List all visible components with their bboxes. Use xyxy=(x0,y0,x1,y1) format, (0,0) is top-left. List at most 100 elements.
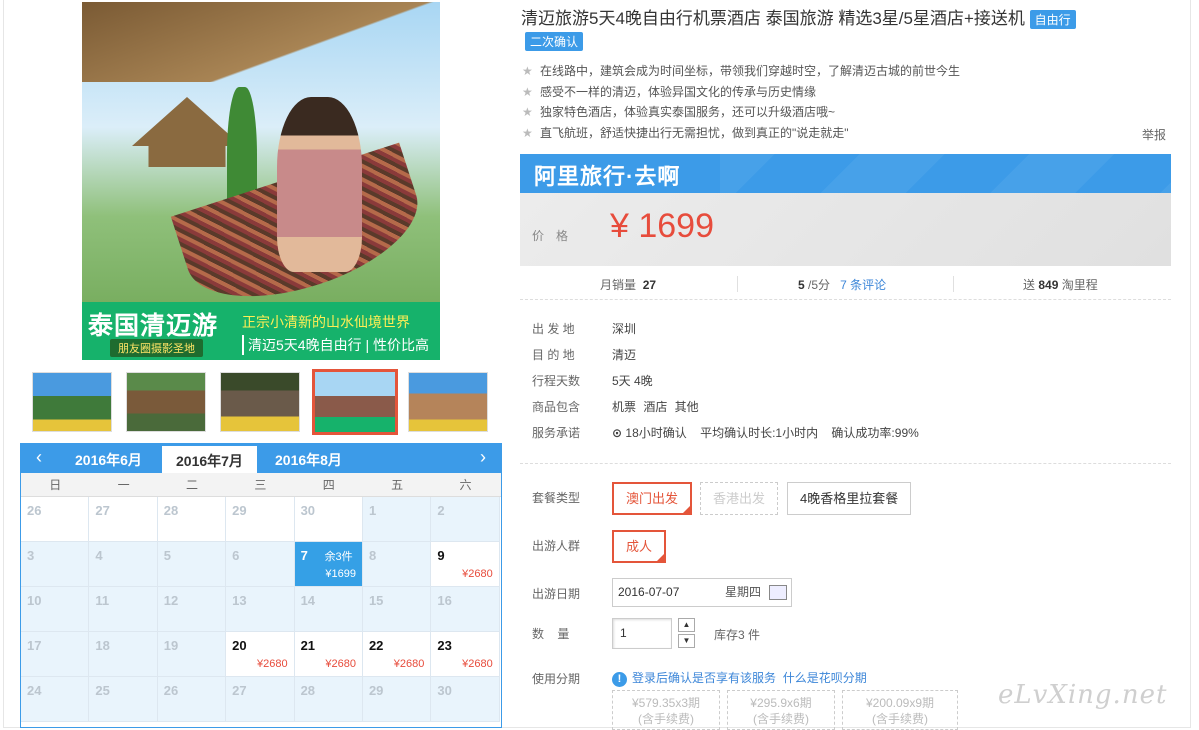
installment-login-link[interactable]: 登录后确认是否享有该服务 xyxy=(632,671,776,685)
travel-date-value: 2016-07-07 xyxy=(618,585,680,599)
day-cell-selected[interactable]: 7 余3件 ¥1699 xyxy=(294,542,363,587)
price-label: 价格 xyxy=(532,229,581,243)
calendar-header: ‹ 2016年6月 2016年7月 2016年8月 › xyxy=(21,444,501,473)
thumbnail-4-selected[interactable] xyxy=(312,369,398,435)
rating-score: 5 xyxy=(798,278,805,292)
day-number: 10 xyxy=(27,593,42,608)
watermark: eLvXing.net xyxy=(998,680,1168,710)
installment-option-6[interactable]: ¥295.9x6期 (含手续费) xyxy=(727,690,835,730)
day-price: ¥2680 xyxy=(462,568,493,580)
day-cell-available[interactable]: 20 ¥2680 xyxy=(226,632,295,677)
rating-unit: /5分 xyxy=(808,278,831,292)
travel-date-field[interactable]: 2016-07-07 星期四 xyxy=(612,578,792,607)
star-icon: ★ xyxy=(522,84,533,99)
day-number: 27 xyxy=(232,683,247,698)
info-key: 商品包含 xyxy=(532,400,581,414)
star-icon: ★ xyxy=(522,105,533,119)
thumbnail-5[interactable] xyxy=(408,372,488,432)
day-number: 11 xyxy=(95,593,110,608)
day-cell-available[interactable]: 22 ¥2680 xyxy=(362,632,432,677)
feature-text: 独家特色酒店，体验真实泰国服务，还可以升级酒店哦~ xyxy=(540,105,836,119)
day-cell: 4 xyxy=(89,542,158,587)
stock-text: 库存3 件 xyxy=(714,628,761,642)
weekday-sun: 日 xyxy=(49,478,62,492)
banner-line2: 清迈5天4晚自由行 | 性价比高 xyxy=(242,335,429,355)
product-title-text: 清迈旅游5天4晚自由行机票酒店 泰国旅游 精选3星/5星酒店+接送机 xyxy=(521,9,1025,28)
month-tab-august[interactable]: 2016年8月 xyxy=(275,450,342,470)
day-cell-available[interactable]: 21 ¥2680 xyxy=(294,632,363,677)
divider xyxy=(953,276,954,292)
day-cell: 19 xyxy=(157,632,227,677)
gallery-column: 泰国清迈游 朋友圈摄影圣地 正宗小清新的山水仙境世界 清迈5天4晚自由行 | 性… xyxy=(20,0,502,728)
next-month-chevron-icon[interactable]: › xyxy=(471,447,495,468)
day-price: ¥2680 xyxy=(393,658,425,670)
miles-unit: 淘里程 xyxy=(1061,278,1098,292)
thumbnail-3[interactable] xyxy=(220,372,300,432)
image-banner: 泰国清迈游 朋友圈摄影圣地 正宗小清新的山水仙境世界 清迈5天4晚自由行 | 性… xyxy=(82,302,440,360)
feature-text: 直飞航班，舒适快捷出行无需担忧，做到真正的"说走就走" xyxy=(540,125,849,140)
people-option-adult[interactable]: 成人 xyxy=(612,530,667,563)
miles: 送 849 淘里程 xyxy=(1023,276,1098,293)
installment-option-3[interactable]: ¥579.35x3期 (含手续费) xyxy=(612,690,720,730)
thumbnail-1[interactable] xyxy=(32,372,112,432)
day-cell: 25 xyxy=(89,677,158,722)
day-number: 16 xyxy=(437,593,452,608)
day-cell: 11 xyxy=(89,587,158,632)
package-option-hongkong[interactable]: 香港出发 xyxy=(700,482,779,515)
day-cell-available[interactable]: 9 ¥2680 xyxy=(431,542,500,587)
qty-label: 数 量 xyxy=(532,627,570,641)
main-product-image[interactable]: 泰国清迈游 朋友圈摄影圣地 正宗小清新的山水仙境世界 清迈5天4晚自由行 | 性… xyxy=(82,2,440,360)
day-number: 28 xyxy=(300,683,316,698)
price-calendar: ‹ 2016年6月 2016年7月 2016年8月 › 日 一 二 三 四 五 … xyxy=(20,443,502,728)
installment-fee: (含手续费) xyxy=(638,712,694,726)
weekday-mon: 一 xyxy=(117,478,130,492)
section-divider xyxy=(520,463,1171,464)
day-cell-available[interactable]: 23 ¥2680 xyxy=(431,632,500,677)
stats-bar: 月销量 27 5 /5分 7 条评论 送 849 淘里程 xyxy=(520,268,1171,300)
month-tab-june[interactable]: 2016年6月 xyxy=(75,450,142,470)
month-tab-july[interactable]: 2016年7月 xyxy=(162,446,257,473)
installment-amount: ¥295.9x6期 xyxy=(750,696,812,710)
report-link[interactable]: 举报 xyxy=(1142,126,1166,143)
reviews-link[interactable]: 7 条评论 xyxy=(840,278,886,292)
qty-up-chevron-icon[interactable]: ▲ xyxy=(678,618,695,632)
calendar-icon[interactable] xyxy=(769,585,787,600)
product-title: 清迈旅游5天4晚自由行机票酒店 泰国旅游 精选3星/5星酒店+接送机 自由行 xyxy=(521,4,1076,30)
qty-down-chevron-icon[interactable]: ▼ xyxy=(678,634,695,648)
date-label: 出游日期 xyxy=(532,587,581,601)
feature-item: ★ 独家特色酒店，体验真实泰国服务，还可以升级酒店哦~ xyxy=(520,103,960,124)
day-number: 26 xyxy=(163,683,179,698)
confirm-tag: 二次确认 xyxy=(525,32,584,51)
day-cell: 12 xyxy=(157,587,227,632)
day-cell: 1 xyxy=(362,497,432,542)
thumbnail-2[interactable] xyxy=(126,372,206,432)
day-cell: 2 xyxy=(431,497,500,542)
feature-item: ★ 在线路中，建筑会成为时间坐标，带领我们穿越时空，了解清迈古城的前世今生 xyxy=(520,62,960,83)
installment-notice: ! 登录后确认是否享有该服务 什么是花呗分期 xyxy=(612,669,867,687)
day-number: 30 xyxy=(300,503,316,518)
day-number: 21 xyxy=(300,638,316,653)
installment-fee: (含手续费) xyxy=(753,712,809,726)
info-value: 机票 酒店 其他 xyxy=(612,400,699,414)
package-option-macau[interactable]: 澳门出发 xyxy=(612,482,693,515)
quantity-input[interactable]: 1 xyxy=(612,618,672,649)
weekday-fri: 五 xyxy=(391,478,404,492)
info-key: 服务承诺 xyxy=(532,426,581,440)
day-number: 24 xyxy=(27,683,42,698)
day-cell: 16 xyxy=(431,587,500,632)
weekday-sat: 六 xyxy=(459,478,472,492)
day-cell: 14 xyxy=(294,587,363,632)
installment-option-9[interactable]: ¥200.09x9期 (含手续费) xyxy=(842,690,958,730)
thumbnail-strip xyxy=(30,369,500,435)
day-cell: 27 xyxy=(226,677,295,722)
check-clock-icon: ⊙ xyxy=(612,426,623,440)
package-option-shangrila[interactable]: 4晚香格里拉套餐 xyxy=(787,482,912,515)
day-price: ¥1699 xyxy=(325,568,356,580)
prev-month-chevron-icon[interactable]: ‹ xyxy=(27,447,51,468)
day-cell: 28 xyxy=(294,677,363,722)
feature-text: 在线路中，建筑会成为时间坐标，带领我们穿越时空，了解清迈古城的前世今生 xyxy=(540,64,961,78)
day-cell: 17 xyxy=(21,632,90,677)
installment-help-link[interactable]: 什么是花呗分期 xyxy=(783,671,867,685)
day-number: 15 xyxy=(368,593,384,608)
info-key: 目 的 地 xyxy=(532,348,575,362)
